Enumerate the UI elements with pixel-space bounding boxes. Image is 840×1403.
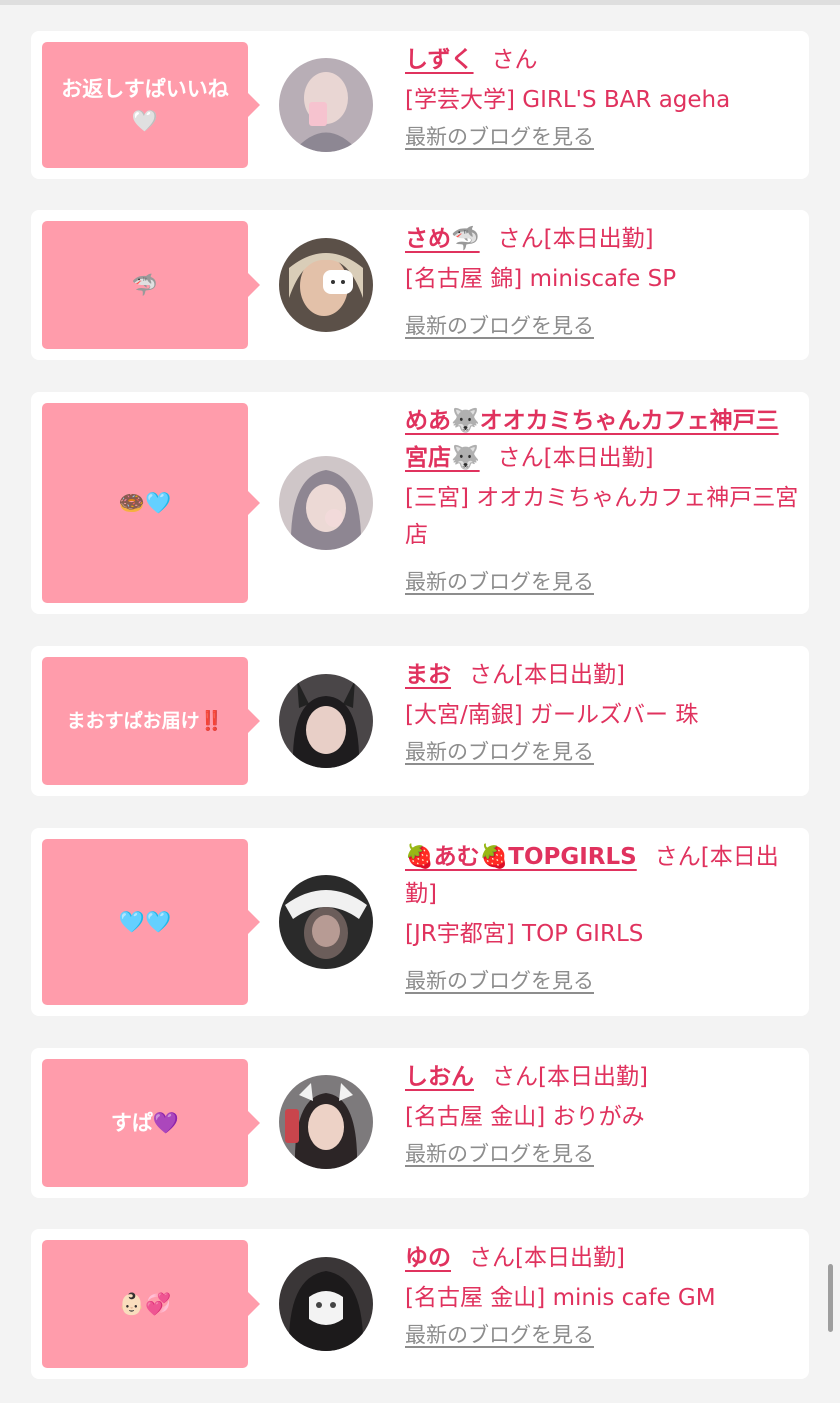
shop-name: [名古屋 金山] おりがみ	[405, 1104, 645, 1130]
message-bubble: まおすぱお届け‼️	[42, 657, 260, 785]
latest-blog-link[interactable]: 最新のブログを見る	[405, 966, 594, 996]
latest-blog-link[interactable]: 最新のブログを見る	[405, 311, 594, 341]
list-item: まおすぱお届け‼️ まお さん[本日出勤] [大宮/南銀] ガールズバー 珠 最新…	[31, 646, 809, 796]
user-name-link[interactable]: しおん	[405, 1064, 474, 1090]
latest-blog-link[interactable]: 最新のブログを見る	[405, 737, 594, 767]
user-name-link[interactable]: さめ🦈	[405, 226, 480, 252]
shop-name: [学芸大学] GIRL'S BAR ageha	[405, 87, 731, 113]
shop-name: [名古屋 錦] miniscafe SP	[405, 266, 677, 292]
message-bubble: お返しすぱいいね🤍	[42, 42, 260, 168]
name-suffix: さん	[491, 47, 538, 73]
message-bubble: 🦈	[42, 221, 260, 349]
message-bubble: 🍩🩵	[42, 403, 260, 603]
message-bubble: 🩵🩵	[42, 839, 260, 1005]
user-name-link[interactable]: しずく	[405, 47, 474, 73]
shop-name: [名古屋 金山] minis cafe GM	[405, 1285, 716, 1311]
avatar[interactable]	[279, 58, 373, 152]
latest-blog-link[interactable]: 最新のブログを見る	[405, 567, 594, 597]
latest-blog-link[interactable]: 最新のブログを見る	[405, 122, 594, 152]
avatar[interactable]	[279, 238, 373, 332]
list-item: 🩵🩵 🍓あむ🍓TOPGIRLS さん[本日出勤] [JR宇都宮] TOP GIRL…	[31, 828, 809, 1016]
list-item: すぱ💜 しおん さん[本日出勤] [名古屋 金山] おりがみ 最新のブログを見る	[31, 1048, 809, 1198]
name-suffix: さん[本日出勤]	[497, 226, 654, 252]
shop-name: [大宮/南銀] ガールズバー 珠	[405, 702, 699, 728]
avatar[interactable]	[279, 1075, 373, 1169]
user-name-link[interactable]: まお	[405, 662, 451, 688]
avatar[interactable]	[279, 456, 373, 550]
shop-name: [JR宇都宮] TOP GIRLS	[405, 921, 644, 947]
latest-blog-link[interactable]: 最新のブログを見る	[405, 1139, 594, 1169]
list-item: 🦈 さめ🦈 さん[本日出勤] [名古屋 錦] miniscafe SP 最新のブロ…	[31, 210, 809, 360]
shop-name: [三宮] オオカミちゃんカフェ神戸三宮店	[405, 485, 799, 548]
user-name-link[interactable]: 🍓あむ🍓TOPGIRLS	[405, 844, 637, 870]
list-item: お返しすぱいいね🤍 しずく さん [学芸大学] GIRL'S BAR ageha …	[31, 31, 809, 179]
avatar[interactable]	[279, 875, 373, 969]
avatar[interactable]	[279, 674, 373, 768]
name-suffix: さん[本日出勤]	[469, 1245, 625, 1271]
message-bubble: 👶🏻💞	[42, 1240, 260, 1368]
list-item: 🍩🩵 めあ🐺オオカミちゃんカフェ神戸三宮店🐺 さん[本日出勤] [三宮] オオカミ…	[31, 392, 809, 614]
name-suffix: さん[本日出勤]	[492, 1064, 648, 1090]
user-name-link[interactable]: ゆの	[405, 1245, 451, 1271]
name-suffix: さん[本日出勤]	[497, 445, 654, 471]
list-item: 👶🏻💞 ゆの さん[本日出勤] [名古屋 金山] minis cafe GM 最新…	[31, 1229, 809, 1379]
scrollbar[interactable]	[828, 1264, 833, 1332]
latest-blog-link[interactable]: 最新のブログを見る	[405, 1320, 594, 1350]
message-bubble: すぱ💜	[42, 1059, 260, 1187]
name-suffix: さん[本日出勤]	[469, 662, 625, 688]
avatar[interactable]	[279, 1257, 373, 1351]
top-divider	[0, 0, 840, 5]
